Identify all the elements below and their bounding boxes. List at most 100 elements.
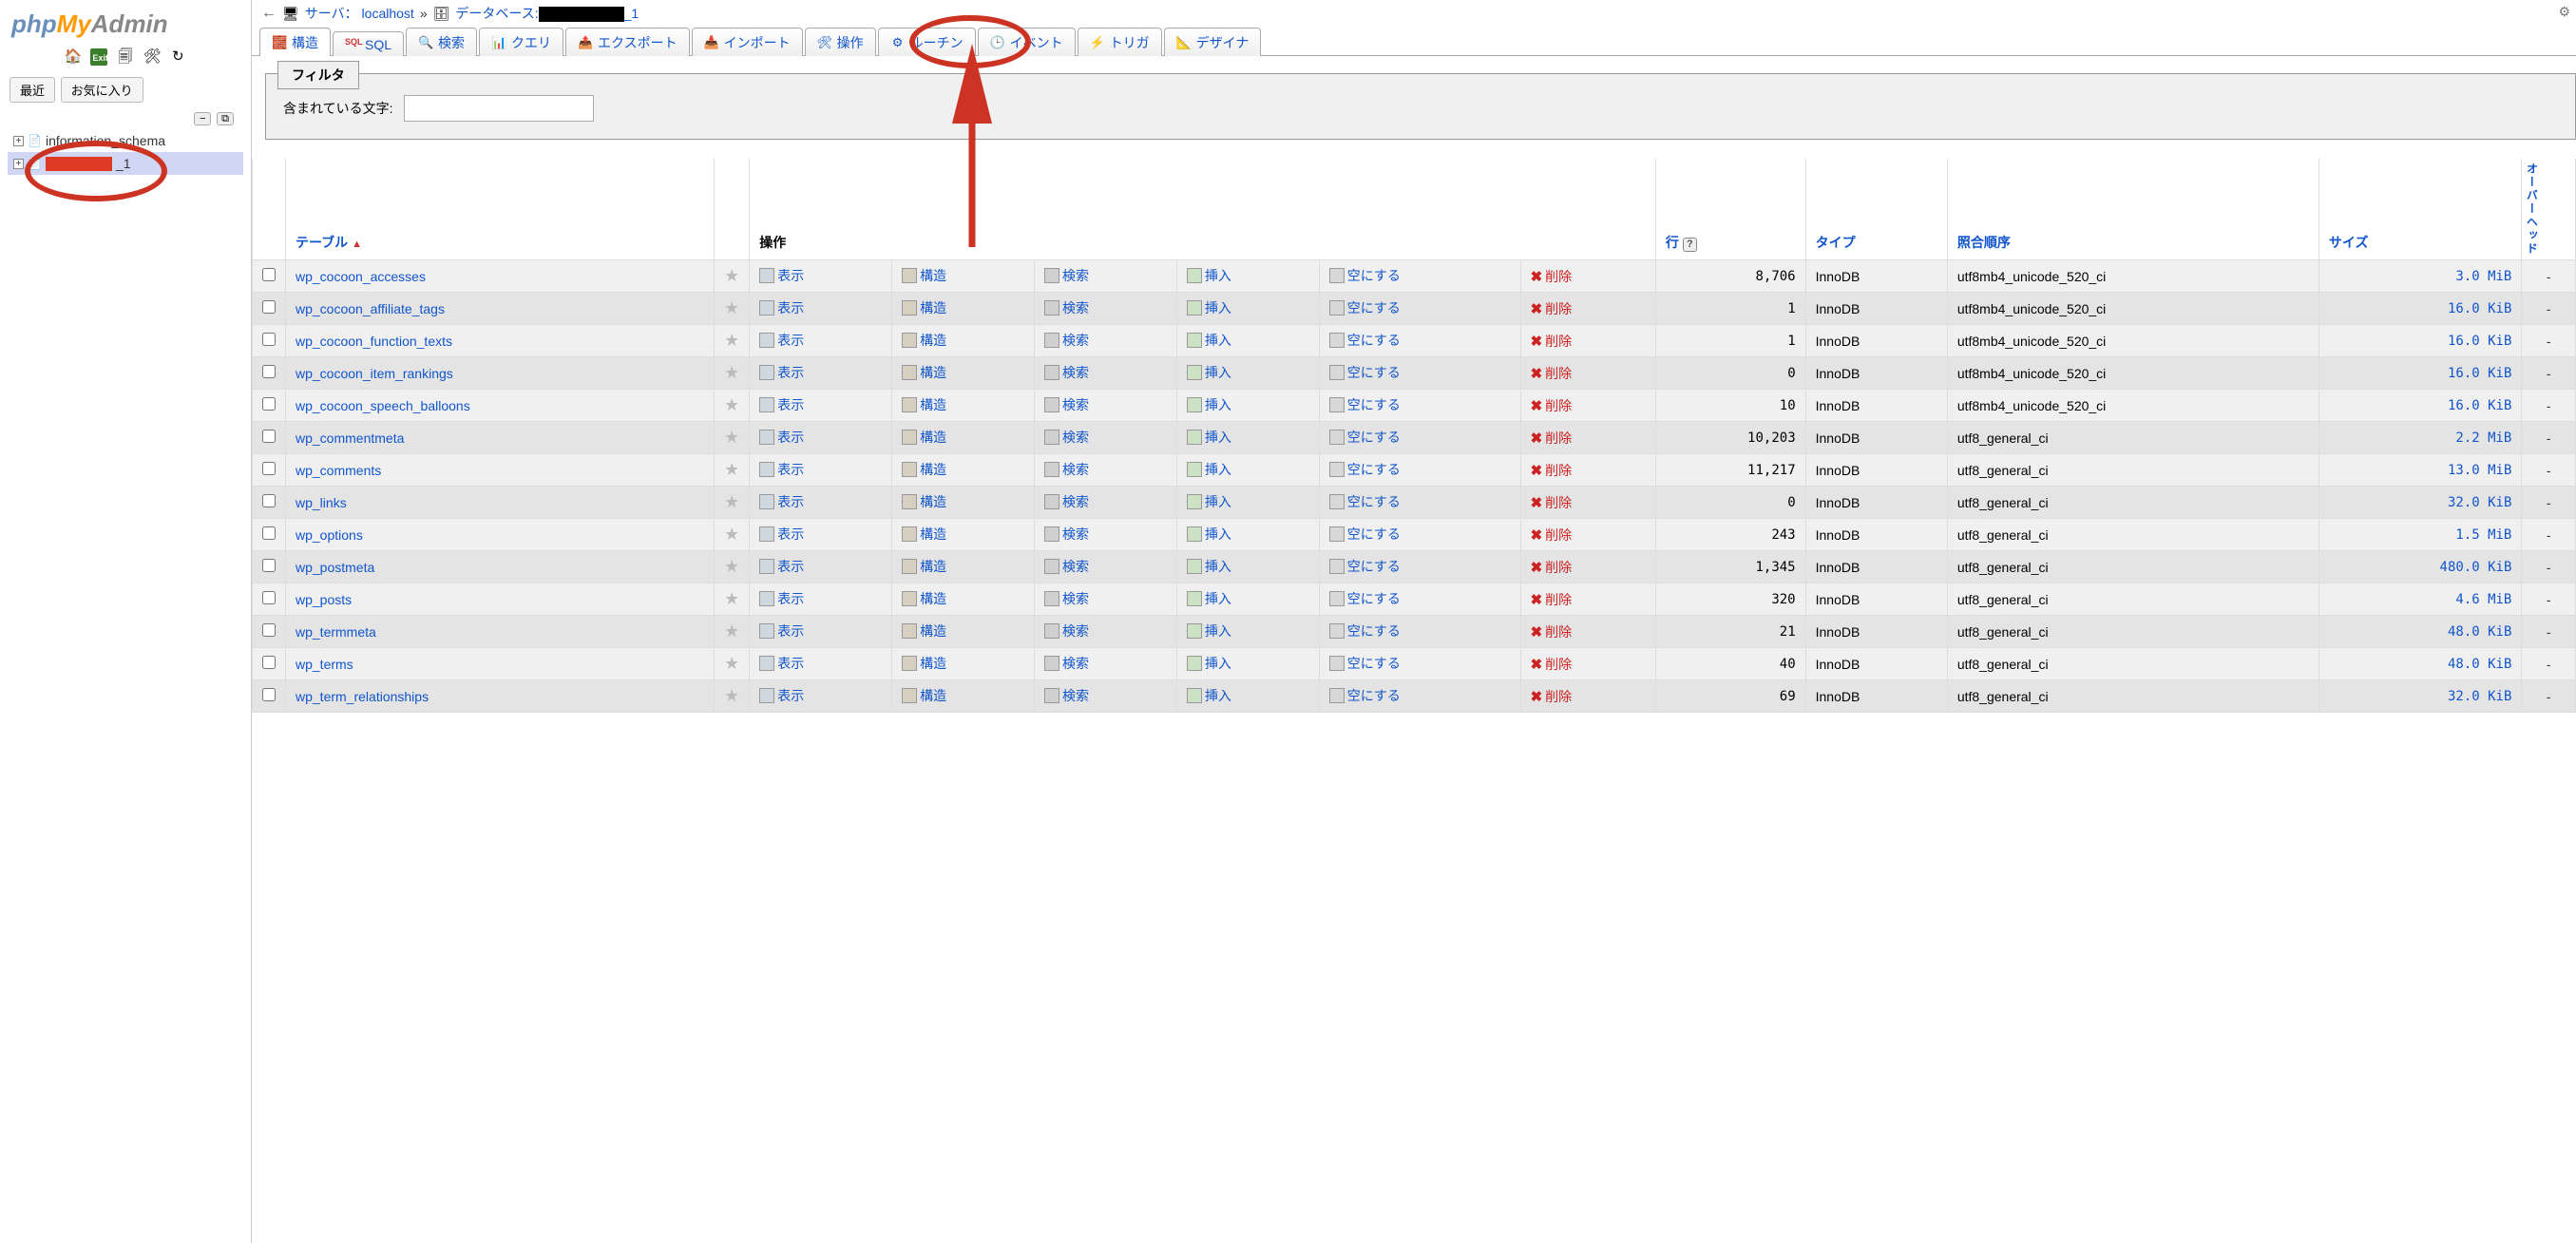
settings-icon[interactable]: 🛠 — [143, 48, 161, 66]
op-structure[interactable]: 構造 — [902, 492, 946, 511]
op-delete[interactable]: ✖削除 — [1531, 655, 1573, 674]
op-delete[interactable]: ✖削除 — [1531, 558, 1573, 577]
op-delete[interactable]: ✖削除 — [1531, 364, 1573, 383]
op-empty[interactable]: 空にする — [1329, 492, 1401, 511]
col-header-table[interactable]: テーブル▲ — [286, 159, 715, 260]
op-empty[interactable]: 空にする — [1329, 395, 1401, 414]
op-insert[interactable]: 挿入 — [1187, 686, 1231, 705]
favorite-star-icon[interactable]: ★ — [724, 557, 739, 576]
op-search[interactable]: 検索 — [1044, 492, 1089, 511]
filter-input[interactable] — [404, 95, 594, 122]
page-settings-icon[interactable]: ⚙ — [2558, 4, 2570, 20]
row-checkbox[interactable] — [262, 688, 276, 701]
table-name-link[interactable]: wp_cocoon_item_rankings — [296, 366, 453, 381]
table-name-link[interactable]: wp_terms — [296, 657, 353, 672]
col-header-size[interactable]: サイズ — [2318, 159, 2521, 260]
exit-icon[interactable]: Exit — [90, 48, 107, 66]
favorite-star-icon[interactable]: ★ — [724, 298, 739, 317]
favorite-star-icon[interactable]: ★ — [724, 428, 739, 447]
op-structure[interactable]: 構造 — [902, 460, 946, 479]
op-browse[interactable]: 表示 — [759, 492, 804, 511]
op-delete[interactable]: ✖削除 — [1531, 526, 1573, 545]
op-search[interactable]: 検索 — [1044, 298, 1089, 317]
tab-designer[interactable]: 📐デザイナ — [1164, 28, 1262, 56]
row-checkbox[interactable] — [262, 656, 276, 669]
row-checkbox[interactable] — [262, 494, 276, 507]
op-delete[interactable]: ✖削除 — [1531, 299, 1573, 318]
op-insert[interactable]: 挿入 — [1187, 654, 1231, 673]
row-checkbox[interactable] — [262, 526, 276, 540]
favorite-star-icon[interactable]: ★ — [724, 686, 739, 705]
op-browse[interactable]: 表示 — [759, 460, 804, 479]
op-empty[interactable]: 空にする — [1329, 428, 1401, 447]
op-structure[interactable]: 構造 — [902, 557, 946, 576]
op-search[interactable]: 検索 — [1044, 557, 1089, 576]
favorite-star-icon[interactable]: ★ — [724, 589, 739, 608]
op-search[interactable]: 検索 — [1044, 363, 1089, 382]
row-checkbox[interactable] — [262, 365, 276, 378]
tab-structure[interactable]: 🧱構造 — [259, 28, 331, 56]
op-delete[interactable]: ✖削除 — [1531, 396, 1573, 415]
op-browse[interactable]: 表示 — [759, 589, 804, 608]
op-structure[interactable]: 構造 — [902, 266, 946, 285]
op-structure[interactable]: 構造 — [902, 395, 946, 414]
tab-export[interactable]: 📤エクスポート — [565, 28, 690, 56]
recent-tab[interactable]: 最近 — [10, 77, 55, 103]
op-insert[interactable]: 挿入 — [1187, 492, 1231, 511]
op-delete[interactable]: ✖削除 — [1531, 429, 1573, 448]
op-empty[interactable]: 空にする — [1329, 331, 1401, 350]
row-checkbox[interactable] — [262, 333, 276, 346]
op-browse[interactable]: 表示 — [759, 363, 804, 382]
op-search[interactable]: 検索 — [1044, 460, 1089, 479]
docs-icon[interactable]: 🗐 — [117, 48, 134, 66]
table-name-link[interactable]: wp_postmeta — [296, 560, 374, 575]
op-structure[interactable]: 構造 — [902, 363, 946, 382]
tab-routines[interactable]: ⚙ルーチン — [878, 28, 976, 56]
op-empty[interactable]: 空にする — [1329, 460, 1401, 479]
favorite-star-icon[interactable]: ★ — [724, 363, 739, 382]
tab-operations[interactable]: 🛠操作 — [805, 28, 876, 56]
table-name-link[interactable]: wp_posts — [296, 592, 352, 607]
tab-triggers[interactable]: ⚡トリガ — [1078, 28, 1162, 56]
op-insert[interactable]: 挿入 — [1187, 428, 1231, 447]
op-insert[interactable]: 挿入 — [1187, 525, 1231, 544]
row-checkbox[interactable] — [262, 300, 276, 314]
col-header-rows[interactable]: 行? — [1655, 159, 1805, 260]
op-structure[interactable]: 構造 — [902, 589, 946, 608]
table-name-link[interactable]: wp_cocoon_accesses — [296, 269, 426, 284]
op-insert[interactable]: 挿入 — [1187, 331, 1231, 350]
logo[interactable]: phpMyAdmin — [4, 6, 247, 45]
op-delete[interactable]: ✖削除 — [1531, 332, 1573, 351]
expand-icon[interactable]: + — [13, 159, 24, 169]
favorite-star-icon[interactable]: ★ — [724, 622, 739, 641]
op-delete[interactable]: ✖削除 — [1531, 493, 1573, 512]
op-browse[interactable]: 表示 — [759, 557, 804, 576]
go-back-icon[interactable]: ← — [261, 5, 277, 22]
op-delete[interactable]: ✖削除 — [1531, 461, 1573, 480]
op-browse[interactable]: 表示 — [759, 428, 804, 447]
op-structure[interactable]: 構造 — [902, 428, 946, 447]
row-checkbox[interactable] — [262, 591, 276, 604]
op-browse[interactable]: 表示 — [759, 622, 804, 641]
op-insert[interactable]: 挿入 — [1187, 622, 1231, 641]
row-checkbox[interactable] — [262, 430, 276, 443]
col-header-overhead[interactable]: オーバーヘッド — [2522, 159, 2576, 260]
favorite-star-icon[interactable]: ★ — [724, 654, 739, 673]
op-insert[interactable]: 挿入 — [1187, 266, 1231, 285]
collapse-all-icon[interactable]: − — [194, 112, 211, 125]
op-structure[interactable]: 構造 — [902, 654, 946, 673]
table-name-link[interactable]: wp_commentmeta — [296, 430, 404, 446]
op-search[interactable]: 検索 — [1044, 395, 1089, 414]
op-search[interactable]: 検索 — [1044, 686, 1089, 705]
rows-help-icon[interactable]: ? — [1683, 238, 1697, 252]
op-search[interactable]: 検索 — [1044, 622, 1089, 641]
op-insert[interactable]: 挿入 — [1187, 298, 1231, 317]
op-structure[interactable]: 構造 — [902, 622, 946, 641]
row-checkbox[interactable] — [262, 623, 276, 637]
op-structure[interactable]: 構造 — [902, 525, 946, 544]
tab-import[interactable]: 📥インポート — [692, 28, 803, 56]
op-browse[interactable]: 表示 — [759, 395, 804, 414]
op-insert[interactable]: 挿入 — [1187, 557, 1231, 576]
expand-icon[interactable]: + — [13, 136, 24, 146]
op-search[interactable]: 検索 — [1044, 654, 1089, 673]
